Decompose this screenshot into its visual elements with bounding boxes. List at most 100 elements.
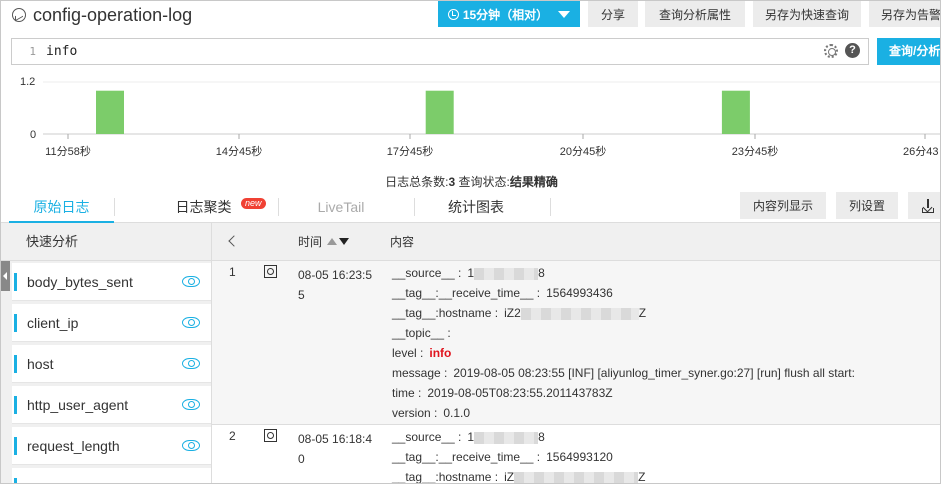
content-display-button[interactable]: 内容列显示	[740, 192, 826, 219]
row-index: 2	[229, 429, 236, 443]
help-icon[interactable]: ?	[845, 43, 860, 58]
log-field: __tag__:__receive_time__ : 1564993120	[392, 447, 613, 467]
search-analyze-button[interactable]: 查询/分析	[877, 38, 940, 65]
field-name: http_user_agent	[27, 397, 129, 413]
masked-value	[474, 431, 539, 444]
collapse-sidebar-handle[interactable]	[1, 261, 10, 291]
query-status-label: 查询状态:	[458, 175, 510, 189]
eye-icon[interactable]	[182, 440, 200, 451]
logstore-icon	[12, 8, 26, 22]
query-text[interactable]: info	[46, 39, 77, 64]
table-row: 1 08-05 16:23:55 __source__ : 1 8 __tag__:…	[211, 261, 940, 425]
histogram-bar[interactable]	[96, 90, 124, 134]
field-item[interactable]: request_length	[12, 427, 211, 465]
eye-icon[interactable]	[182, 399, 200, 410]
page-title: config-operation-log	[33, 5, 193, 25]
histogram-bar[interactable]	[721, 90, 750, 134]
context-browse-icon[interactable]	[264, 429, 277, 442]
log-table-header: 时间 内容	[211, 223, 940, 261]
sort-desc-icon[interactable]	[339, 238, 349, 245]
histogram-bars	[96, 90, 750, 134]
field-value: 1564993436	[546, 286, 613, 300]
x-ticks: 11分58秒 14分45秒 17分45秒 20分45秒 23分45秒 26分43	[45, 134, 938, 158]
masked-value	[520, 307, 639, 320]
log-count-label: 日志总条数:	[385, 175, 449, 189]
log-field: __topic__ :	[392, 323, 457, 343]
x-tick-label: 26分43	[903, 145, 938, 158]
histogram-bar[interactable]	[425, 90, 454, 134]
field-value: 0.1.0	[443, 406, 471, 420]
masked-value	[514, 471, 639, 483]
field-item[interactable]: client_ip	[12, 304, 211, 342]
field-item[interactable]	[12, 468, 211, 483]
x-tick-label: 14分45秒	[216, 144, 262, 158]
gear-icon[interactable]	[824, 44, 838, 58]
column-settings-button[interactable]: 列设置	[836, 192, 898, 219]
context-browse-icon[interactable]	[264, 265, 277, 278]
tab-log-clustering[interactable]: 日志聚类	[151, 191, 256, 223]
quick-analysis-header: 快速分析	[1, 223, 211, 261]
field-key: __topic__ :	[392, 326, 451, 340]
eye-icon[interactable]	[182, 276, 200, 287]
log-field: __tag__:__receive_time__ : 1564993436	[392, 283, 613, 303]
field-item[interactable]: body_bytes_sent	[12, 263, 211, 301]
eye-icon[interactable]	[182, 317, 200, 328]
field-key: time :	[392, 386, 422, 400]
page-header: config-operation-log 15分钟（相对） 分享 查询分析属性 …	[1, 1, 940, 33]
download-button[interactable]	[908, 192, 940, 219]
sort-toggle[interactable]	[327, 238, 351, 246]
tab-raw-logs[interactable]: 原始日志	[9, 191, 114, 223]
result-summary: 日志总条数:3 查询状态:结果精确	[1, 173, 940, 190]
query-line-number: 1	[29, 45, 36, 58]
table-row: 2 08-05 16:18:40 __source__ : 1 8 __tag__:…	[211, 425, 940, 484]
field-key: __tag__:__receive_time__ :	[392, 286, 541, 300]
log-time: 08-05 16:23:55	[298, 268, 373, 302]
field-value-prefix: 1	[467, 430, 475, 444]
field-key: __source__ :	[392, 430, 462, 444]
tab-charts[interactable]: 统计图表	[426, 191, 526, 223]
log-field: version : 0.1.0	[392, 403, 470, 423]
save-quick-query-button[interactable]: 另存为快速查询	[753, 1, 861, 27]
field-item[interactable]: http_user_agent	[12, 386, 211, 424]
save-alert-button[interactable]: 另存为告警	[869, 1, 940, 27]
field-value-suffix: 8	[538, 430, 545, 444]
tab-livetail[interactable]: LiveTail	[291, 191, 391, 223]
field-key: message :	[392, 366, 448, 380]
x-tick-label: 17分45秒	[387, 144, 433, 158]
y-tick-label: 0	[30, 129, 36, 141]
sort-asc-icon[interactable]	[327, 238, 337, 245]
field-value-prefix: iZ	[504, 470, 515, 484]
field-key: level :	[392, 346, 424, 360]
tab-divider	[550, 198, 551, 216]
log-field: __source__ : 1 8	[392, 263, 545, 283]
quick-analysis-fields: body_bytes_sent client_ip host http_user…	[1, 261, 211, 483]
query-properties-button[interactable]: 查询分析属性	[645, 1, 745, 27]
tab-divider	[414, 198, 415, 216]
y-tick-label: 1.2	[20, 76, 35, 88]
chevron-left-icon[interactable]	[228, 235, 240, 247]
time-column-header[interactable]: 时间	[298, 223, 322, 261]
content-column-header: 内容	[390, 235, 415, 249]
share-button[interactable]: 分享	[588, 1, 638, 27]
query-editor[interactable]: 1 info ?	[11, 38, 869, 65]
time-range-button[interactable]: 15分钟（相对）	[438, 1, 580, 27]
field-name: client_ip	[27, 315, 79, 331]
field-value-prefix: 1	[467, 266, 475, 280]
histogram-chart: 1.2 0 11分58秒 14分45秒 17分45秒 20分45秒 23分45秒…	[20, 76, 940, 158]
field-name: body_bytes_sent	[27, 274, 133, 290]
log-time: 08-05 16:18:40	[298, 432, 373, 466]
eye-icon[interactable]	[182, 358, 200, 369]
caret-down-icon	[558, 10, 571, 18]
x-tick-label: 23分45秒	[732, 144, 778, 158]
log-field: __tag__:hostname : iZ Z	[392, 467, 646, 484]
field-value: 2019-08-05 08:23:55 [INF] [aliyunlog_tim…	[453, 366, 855, 380]
field-item[interactable]: host	[12, 345, 211, 383]
download-icon	[922, 198, 934, 213]
field-key: __tag__:hostname :	[392, 306, 499, 320]
row-index: 1	[229, 265, 236, 279]
query-status-value: 结果精确	[509, 175, 558, 189]
field-value-suffix: Z	[638, 470, 646, 484]
tab-divider	[114, 198, 115, 216]
log-field: level : info	[392, 343, 451, 363]
log-field: __tag__:hostname : iZ2 Z	[392, 303, 646, 323]
